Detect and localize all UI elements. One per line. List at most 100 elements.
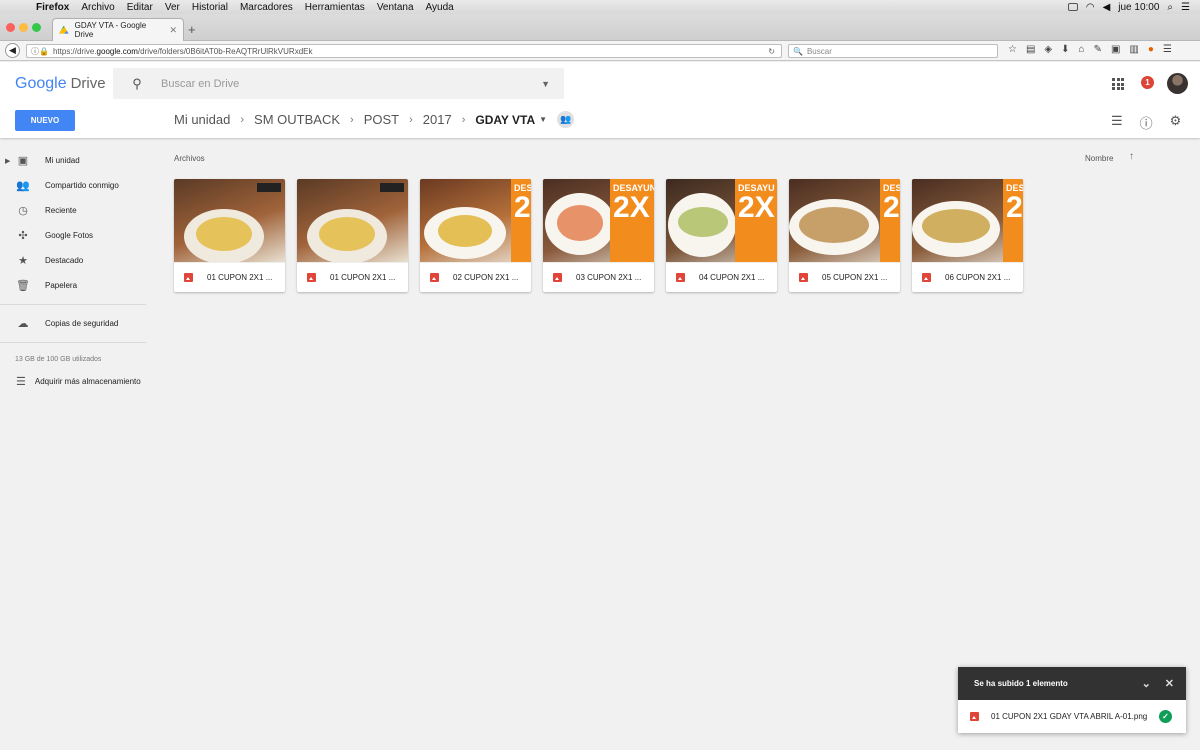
notification-center-icon[interactable]: ☰: [1181, 2, 1190, 13]
bookmark-star-icon[interactable]: ☆: [1008, 44, 1017, 55]
sidebar-item-copias[interactable]: ☁ Copias de seguridad: [0, 311, 160, 336]
avatar[interactable]: [1167, 73, 1188, 94]
promo-banner: DESAYUN 2X: [610, 179, 654, 262]
notifications-badge[interactable]: 1: [1141, 76, 1154, 89]
close-tab-icon[interactable]: ✕: [169, 25, 177, 36]
apps-grid-icon[interactable]: [1112, 78, 1124, 90]
menu-ventana[interactable]: Ventana: [371, 2, 420, 13]
reload-icon[interactable]: ↻: [768, 47, 775, 56]
menu-firefox[interactable]: Firefox: [30, 2, 75, 13]
sidebar: ▶ ▣ Mi unidad 👥 Compartido conmigo ◷ Rec…: [0, 148, 160, 393]
shared-folder-icon[interactable]: 👥: [557, 111, 575, 128]
buy-storage-link[interactable]: ☰ Adquirir más almacenamiento: [0, 369, 160, 393]
menu-ver[interactable]: Ver: [159, 2, 186, 13]
close-window-button[interactable]: [6, 23, 15, 32]
file-thumbnail: DES 2: [420, 179, 531, 262]
spotlight-icon[interactable]: ⌕: [1167, 2, 1173, 13]
sidebar-item-label: Mi unidad: [45, 156, 80, 165]
download-icon[interactable]: ⬇: [1061, 44, 1069, 55]
minimize-window-button[interactable]: [19, 23, 28, 32]
clock[interactable]: jue 10:00: [1118, 2, 1159, 13]
sidebar-item-mi-unidad[interactable]: ▶ ▣ Mi unidad: [0, 148, 160, 173]
sort-by-name[interactable]: Nombre: [1085, 154, 1113, 163]
menu-historial[interactable]: Historial: [186, 2, 234, 13]
search-options-dropdown-icon[interactable]: ▼: [541, 79, 550, 89]
file-grid: 01 CUPON 2X1 ... 01 CUPON 2X1 ... DES 2 …: [174, 179, 1023, 292]
sort-direction-arrow-icon[interactable]: ↑: [1129, 151, 1134, 162]
home-icon[interactable]: ⌂: [1079, 44, 1085, 55]
menu-archivo[interactable]: Archivo: [75, 2, 120, 13]
new-tab-button[interactable]: +: [188, 22, 196, 37]
settings-gear-icon[interactable]: ⚙: [1170, 113, 1182, 132]
volume-icon[interactable]: ◀: [1103, 2, 1111, 13]
image-file-icon: [184, 273, 193, 282]
upload-toast-header: Se ha subido 1 elemento ⌄ ✕: [958, 667, 1186, 700]
firefox-extension-icon[interactable]: ●: [1148, 44, 1154, 55]
url-bar[interactable]: ⓘ 🔒 https://drive. google.com/drive/folde…: [26, 44, 782, 58]
chevron-right-icon: ›: [461, 113, 466, 126]
reading-list-icon[interactable]: ▤: [1026, 44, 1035, 55]
menu-marcadores[interactable]: Marcadores: [234, 2, 299, 13]
menu-editar[interactable]: Editar: [121, 2, 159, 13]
file-card[interactable]: DES 2 06 CUPON 2X1 ...: [912, 179, 1023, 292]
image-file-icon: [799, 273, 808, 282]
sidebar-item-reciente[interactable]: ◷ Reciente: [0, 198, 160, 223]
file-card[interactable]: DES 2 05 CUPON 2X1 ...: [789, 179, 900, 292]
image-file-icon: [970, 712, 979, 721]
file-name: 06 CUPON 2X1 ...: [945, 273, 1011, 282]
drive-favicon-icon: [59, 25, 69, 34]
breadcrumb-2017[interactable]: 2017: [423, 112, 452, 127]
file-card[interactable]: 01 CUPON 2X1 ...: [297, 179, 408, 292]
google-drive-logo[interactable]: Google Drive: [15, 75, 106, 93]
sidebar-item-google-fotos[interactable]: ✣ Google Fotos: [0, 223, 160, 248]
menu-ayuda[interactable]: Ayuda: [420, 2, 460, 13]
expand-arrow-icon[interactable]: ▶: [5, 157, 10, 165]
breadcrumb-mi-unidad[interactable]: Mi unidad: [174, 112, 230, 127]
browser-toolbar-icons: ☆ ▤ ◈ ⬇ ⌂ ✎ ▣ ▥ ● ☰: [1008, 44, 1172, 55]
menu-herramientas[interactable]: Herramientas: [299, 2, 371, 13]
search-icon[interactable]: ⚲: [113, 76, 161, 92]
drive-icon: ▣: [17, 155, 29, 167]
sidebar-item-destacado[interactable]: ★ Destacado: [0, 248, 160, 273]
breadcrumb-current-folder[interactable]: GDAY VTA: [475, 113, 535, 127]
trash-extension-icon[interactable]: ▥: [1129, 44, 1138, 55]
sidebar-item-papelera[interactable]: 🗑 Papelera: [0, 273, 160, 298]
drive-search-input[interactable]: ⚲ Buscar en Drive ▼: [113, 68, 564, 99]
file-card[interactable]: DES 2 02 CUPON 2X1 ...: [420, 179, 531, 292]
wifi-icon[interactable]: ◠: [1086, 2, 1095, 13]
browser-search-input[interactable]: 🔍 Buscar: [788, 44, 998, 58]
banner-offer: 2X: [738, 191, 775, 224]
banner-offer: 2: [1006, 191, 1023, 224]
close-icon[interactable]: ✕: [1165, 677, 1174, 690]
browser-tab[interactable]: GDAY VTA - Google Drive ✕: [52, 18, 184, 41]
folder-menu-dropdown-icon[interactable]: ▼: [539, 115, 547, 124]
file-thumbnail: [297, 179, 408, 262]
browser-tab-strip: GDAY VTA - Google Drive ✕ +: [0, 14, 1200, 41]
breadcrumb-post[interactable]: POST: [364, 112, 399, 127]
pocket-icon[interactable]: ◈: [1044, 44, 1052, 55]
new-button[interactable]: NUEVO: [15, 110, 75, 131]
file-card[interactable]: DESAYU 2X 04 CUPON 2X1 ...: [666, 179, 777, 292]
sidebar-item-label: Copias de seguridad: [45, 319, 119, 328]
screenshot-icon[interactable]: ▣: [1111, 44, 1120, 55]
hamburger-menu-icon[interactable]: ☰: [1163, 44, 1172, 55]
sidebar-item-compartido[interactable]: 👥 Compartido conmigo: [0, 173, 160, 198]
info-icon[interactable]: ⓘ: [31, 46, 39, 57]
drive-header: Google Drive ⚲ Buscar en Drive ▼ 1 NUEVO …: [0, 62, 1200, 138]
extension-icon[interactable]: ✎: [1094, 44, 1102, 55]
drive-logo-text: Drive: [70, 75, 106, 92]
search-engine-icon[interactable]: 🔍: [793, 47, 803, 56]
back-button[interactable]: ◀: [5, 43, 20, 58]
file-card[interactable]: DESAYUN 2X 03 CUPON 2X1 ...: [543, 179, 654, 292]
breadcrumb-sm-outback[interactable]: SM OUTBACK: [254, 112, 340, 127]
list-view-icon[interactable]: ☰: [1111, 113, 1123, 132]
details-info-icon[interactable]: ⓘ: [1140, 113, 1153, 132]
star-icon: ★: [18, 255, 28, 267]
browser-search-placeholder: Buscar: [806, 46, 832, 56]
file-card[interactable]: 01 CUPON 2X1 ...: [174, 179, 285, 292]
uploaded-file-row[interactable]: 01 CUPON 2X1 GDAY VTA ABRIL A-01.png ✓: [958, 700, 1186, 733]
collapse-chevron-icon[interactable]: ⌄: [1142, 677, 1151, 690]
battery-icon[interactable]: [1067, 3, 1078, 11]
banner-offer: 2X: [613, 191, 650, 224]
zoom-window-button[interactable]: [32, 23, 41, 32]
